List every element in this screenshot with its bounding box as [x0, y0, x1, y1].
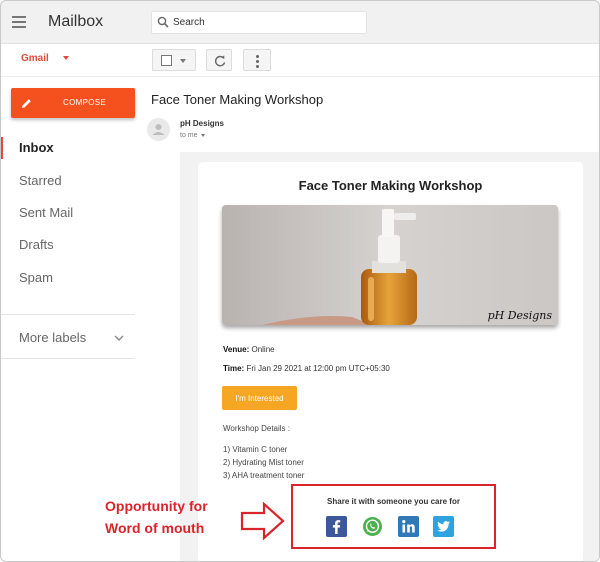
recipient-label: to me — [180, 132, 198, 139]
linkedin-share-button[interactable] — [398, 516, 419, 537]
select-all-checkbox[interactable] — [152, 49, 196, 71]
toner-bottle-image — [222, 205, 558, 325]
account-dropdown[interactable]: Gmail — [21, 53, 69, 64]
refresh-icon — [214, 55, 226, 67]
share-prompt: Share it with someone you care for — [327, 497, 460, 506]
list-item: 1) Vitamin C toner — [223, 445, 288, 454]
compose-label: COMPOSE — [63, 98, 106, 107]
sender-name: pH Designs — [180, 119, 225, 128]
sidebar-item-label: Inbox — [19, 140, 54, 155]
more-labels-toggle[interactable]: More labels — [1, 325, 135, 351]
chevron-down-icon — [114, 335, 124, 341]
recipient-details[interactable]: to me — [180, 132, 205, 139]
annotation-line-1: Opportunity for — [105, 498, 208, 514]
more-options-button[interactable] — [243, 49, 271, 71]
sidebar-item-label: Spam — [19, 270, 53, 285]
refresh-button[interactable] — [206, 49, 232, 71]
checkbox-icon — [161, 55, 172, 66]
sidebar-item-spam[interactable]: Spam — [1, 265, 135, 291]
share-highlight-box — [291, 484, 496, 549]
search-input[interactable] — [173, 14, 358, 31]
sidebar-item-sent-mail[interactable]: Sent Mail — [1, 200, 135, 226]
time-line: Time: Fri Jan 29 2021 at 12:00 pm UTC+05… — [223, 364, 390, 373]
hamburger-menu-icon[interactable] — [12, 16, 26, 28]
twitter-share-button[interactable] — [433, 516, 454, 537]
sidebar-item-label: Sent Mail — [19, 205, 74, 220]
time-value: Fri Jan 29 2021 at 12:00 pm UTC+05:30 — [246, 364, 390, 373]
pencil-icon — [22, 99, 31, 108]
venue-label: Venue: — [223, 345, 250, 354]
divider — [1, 76, 599, 77]
facebook-share-button[interactable] — [326, 516, 347, 537]
list-item: 3) AHA treatment toner — [223, 471, 305, 480]
more-vert-icon — [256, 55, 259, 58]
hero-image: pH Designs — [222, 205, 558, 325]
whatsapp-share-button[interactable] — [362, 516, 383, 537]
linkedin-icon — [402, 520, 415, 533]
person-icon — [152, 124, 165, 135]
sidebar-divider — [1, 358, 135, 359]
details-list: 1) Vitamin C toner 2) Hydrating Mist ton… — [223, 443, 304, 482]
arrow-right-icon — [240, 502, 285, 540]
facebook-icon — [332, 520, 341, 534]
chevron-down-icon — [62, 56, 69, 61]
app-title: Mailbox — [48, 13, 104, 30]
account-label: Gmail — [21, 53, 49, 64]
image-watermark: pH Designs — [487, 309, 552, 322]
chevron-down-icon — [180, 59, 186, 63]
chevron-down-icon — [200, 133, 205, 137]
search-box[interactable] — [151, 11, 367, 34]
sidebar-item-inbox[interactable]: Inbox — [1, 135, 135, 161]
more-labels-label: More labels — [19, 330, 87, 345]
search-icon — [157, 16, 169, 28]
window-frame: Mailbox Gmail COMPOSE Inb — [0, 0, 600, 562]
annotation-line-2: Word of mouth — [105, 520, 205, 536]
avatar — [147, 118, 170, 141]
venue-line: Venue: Online — [223, 345, 275, 354]
twitter-icon — [437, 521, 450, 532]
message-subject: Face Toner Making Workshop — [151, 92, 324, 107]
sidebar-divider — [1, 314, 135, 315]
email-title: Face Toner Making Workshop — [298, 178, 483, 193]
sidebar-item-drafts[interactable]: Drafts — [1, 232, 135, 258]
list-item: 2) Hydrating Mist toner — [223, 458, 304, 467]
sidebar-item-label: Starred — [19, 173, 62, 188]
interested-button[interactable]: I'm Interested — [222, 386, 297, 410]
details-heading: Workshop Details : — [223, 424, 290, 433]
sidebar-item-label: Drafts — [19, 237, 54, 252]
whatsapp-icon — [363, 517, 382, 536]
venue-value: Online — [251, 345, 275, 354]
sidebar-item-starred[interactable]: Starred — [1, 168, 135, 194]
compose-button[interactable]: COMPOSE — [11, 88, 135, 118]
time-label: Time: — [223, 364, 245, 373]
top-bar: Mailbox — [1, 1, 599, 44]
